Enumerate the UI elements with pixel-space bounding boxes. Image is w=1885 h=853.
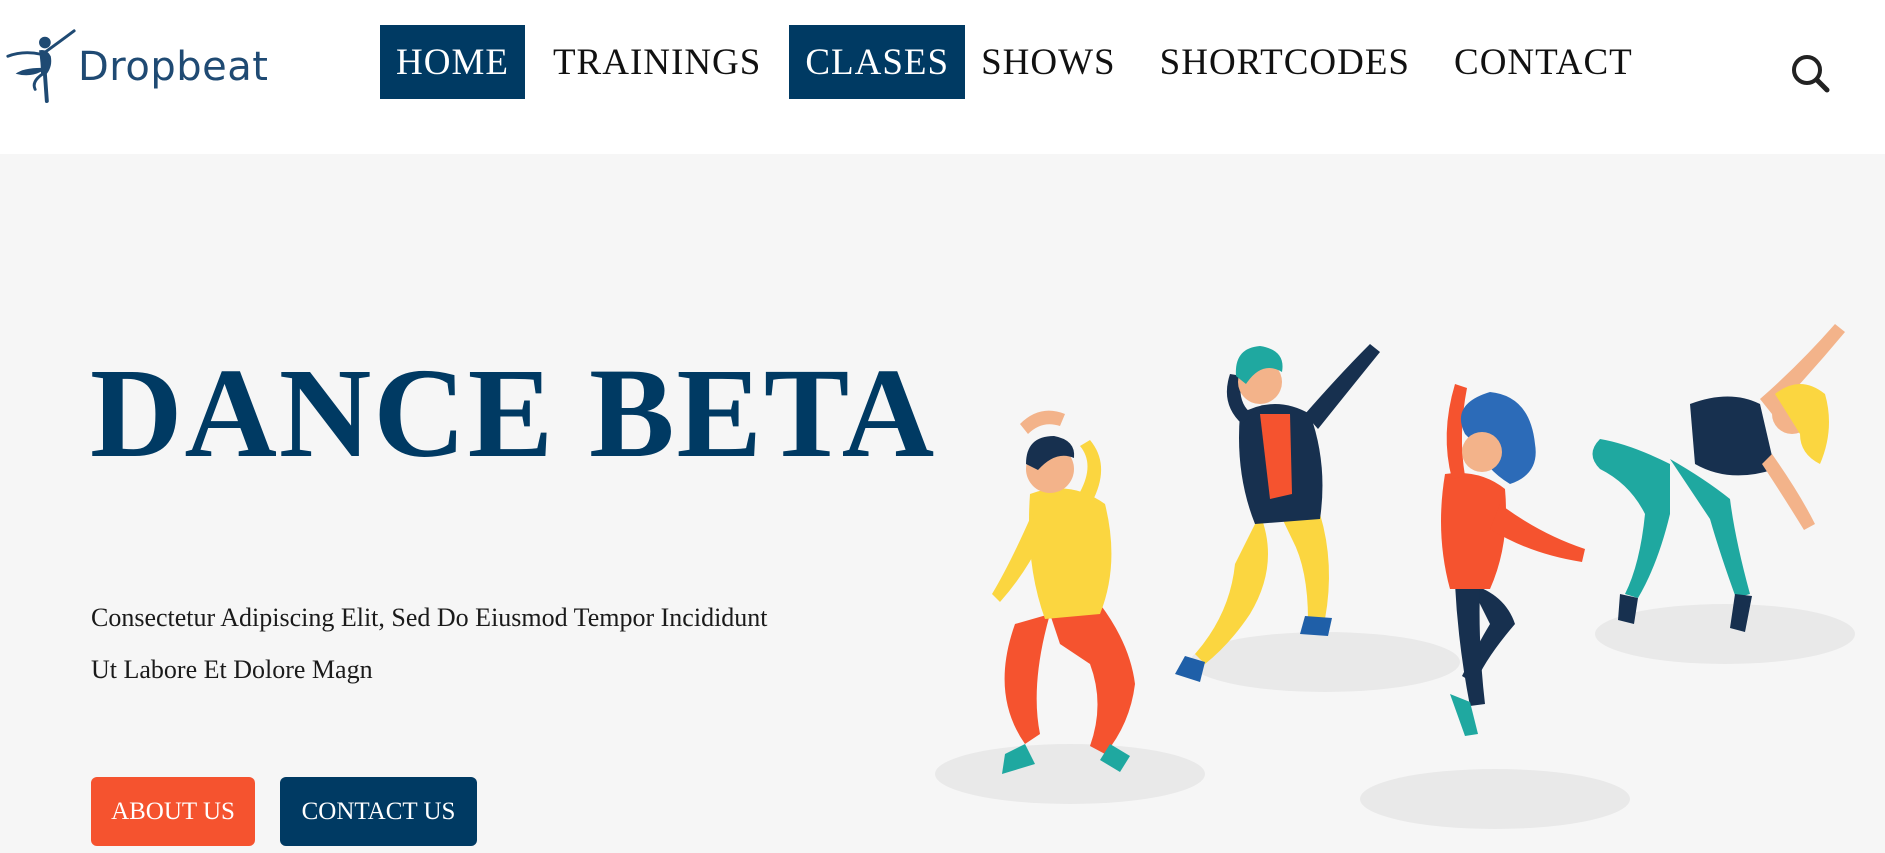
nav-item-shortcodes[interactable]: SHORTCODES — [1144, 25, 1426, 99]
contact-us-button[interactable]: CONTACT US — [280, 777, 477, 846]
nav-item-contact[interactable]: CONTACT — [1438, 25, 1649, 99]
nav-item-home[interactable]: HOME — [380, 25, 525, 99]
hero-description: Consectetur Adipiscing Elit, Sed Do Eius… — [91, 592, 871, 696]
site-header: Dropbeat HOME TRAININGS CLASES SHOWS SHO… — [0, 0, 1885, 154]
logo[interactable]: Dropbeat — [2, 24, 268, 104]
search-icon[interactable] — [1789, 52, 1831, 94]
dancer-3 — [1441, 384, 1585, 736]
hero-description-line-2: Ut Labore Et Dolore Magn — [91, 655, 373, 684]
ballerina-logo-icon — [6, 29, 76, 103]
nav-item-clases[interactable]: CLASES — [789, 25, 966, 99]
about-us-button[interactable]: ABOUT US — [91, 777, 255, 846]
brand-name: Dropbeat — [78, 44, 269, 90]
nav-item-shows[interactable]: SHOWS — [965, 25, 1132, 99]
dancer-1 — [992, 410, 1135, 774]
dancer-2 — [1175, 344, 1380, 682]
hero-title: DANCE BETA — [90, 342, 937, 484]
dancer-4 — [1592, 324, 1845, 632]
hero-section: DANCE BETA Consectetur Adipiscing Elit, … — [0, 154, 1885, 853]
dancers-illustration — [935, 324, 1855, 829]
nav-item-trainings[interactable]: TRAININGS — [537, 25, 777, 99]
hero-description-line-1: Consectetur Adipiscing Elit, Sed Do Eius… — [91, 603, 768, 632]
main-nav: HOME TRAININGS CLASES SHOWS SHORTCODES C… — [380, 25, 1649, 99]
